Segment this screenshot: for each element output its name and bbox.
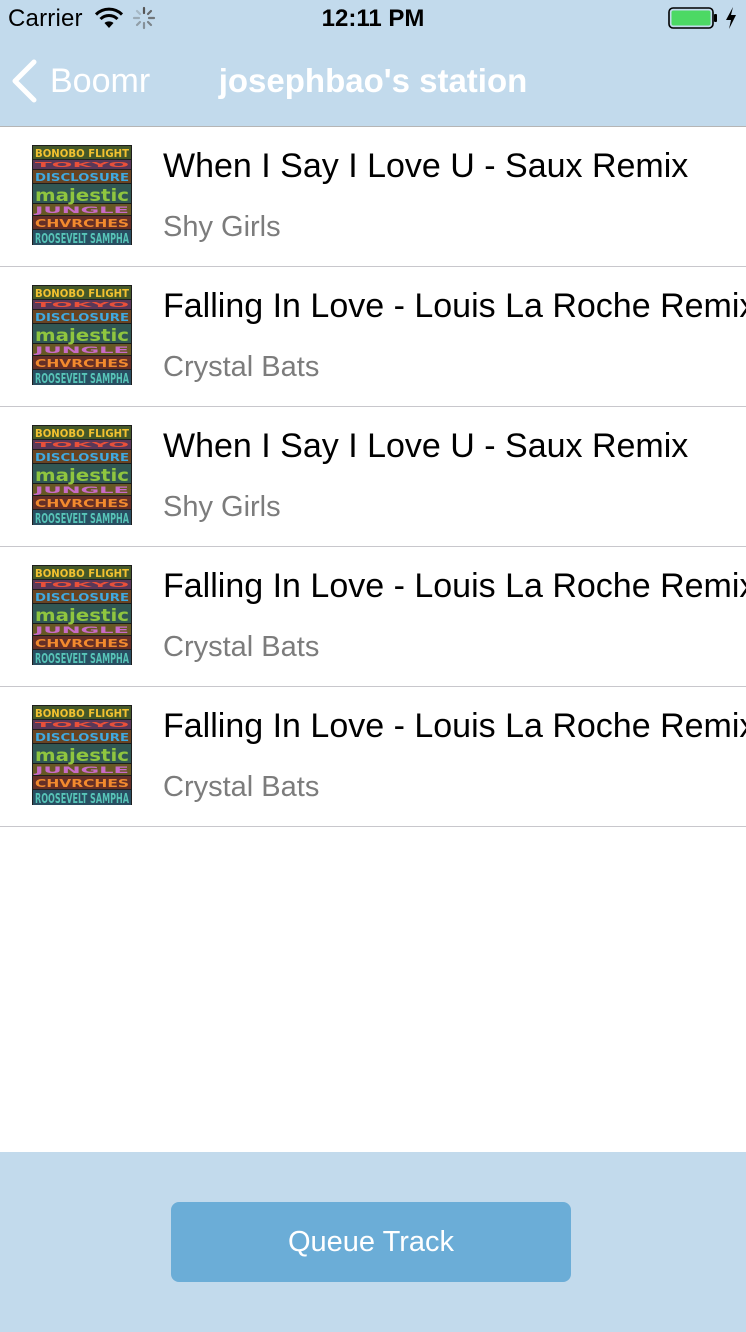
album-art-text: BONOBO FLIGHT <box>35 707 129 720</box>
track-row[interactable]: BONOBO FLIGHT TOKYO DISCLOSURE majestic JUNG… <box>0 267 746 407</box>
navigation-bar: Boomr josephbao's station <box>0 40 746 127</box>
album-art-text: TOKYO <box>35 721 129 729</box>
album-art-text: DISCLOSURE <box>35 731 129 744</box>
album-art-graphic: BONOBO FLIGHTTOKYO DISCLOSURE majesticJUNG… <box>32 425 132 525</box>
album-art-text: DISCLOSURE <box>35 311 129 324</box>
track-row[interactable]: BONOBO FLIGHT TOKYO DISCLOSURE majestic JUNG… <box>0 687 746 827</box>
album-art-text: TOKYO <box>35 581 129 589</box>
track-artist: Crystal Bats <box>163 631 320 663</box>
album-art-text: majestic <box>35 466 129 486</box>
album-art-text: CHVRCHES <box>35 777 129 790</box>
album-artwork: BONOBO FLIGHT TOKYO DISCLOSURE majestic JUNG… <box>32 705 132 805</box>
album-artwork: BONOBO FLIGHT TOKYO DISCLOSURE majestic JUNG… <box>32 285 132 385</box>
album-art-text: majestic <box>35 186 129 206</box>
album-artwork: BONOBO FLIGHT TOKYO DISCLOSURE majestic JUNG… <box>32 145 132 245</box>
album-art-text: TOKYO <box>35 441 129 449</box>
album-art-text: JUNGLE <box>32 626 129 636</box>
album-art-text: majestic <box>35 746 129 766</box>
album-art-graphic: BONOBO FLIGHTTOKYO DISCLOSURE majesticJUNG… <box>32 705 132 805</box>
track-artist: Shy Girls <box>163 491 281 523</box>
track-artist: Crystal Bats <box>163 351 320 383</box>
album-art-text: ROOSEVELT SAMPHA <box>35 652 129 665</box>
album-art-text: DISCLOSURE <box>35 591 129 604</box>
track-title: Falling In Love - Louis La Roche Remix <box>163 567 746 605</box>
header: Carrier 12:11 PM Boomr josephbao's stati… <box>0 0 746 127</box>
album-art-text: CHVRCHES <box>35 357 129 370</box>
album-art-text: BONOBO FLIGHT <box>35 287 129 300</box>
album-art-graphic: BONOBO FLIGHTTOKYO DISCLOSURE majesticJUNG… <box>32 565 132 665</box>
page-title: josephbao's station <box>218 62 528 99</box>
track-list: BONOBO FLIGHT TOKYO DISCLOSURE majestic JUNG… <box>0 127 746 827</box>
album-art-text: CHVRCHES <box>35 497 129 510</box>
album-art-text: DISCLOSURE <box>35 451 129 464</box>
track-row[interactable]: BONOBO FLIGHT TOKYO DISCLOSURE majestic JUNG… <box>0 547 746 687</box>
track-title: Falling In Love - Louis La Roche Remix <box>163 287 746 325</box>
album-art-text: BONOBO FLIGHT <box>35 427 129 440</box>
album-art-text: ROOSEVELT SAMPHA <box>35 232 129 245</box>
queue-track-button[interactable]: Queue Track <box>171 1202 571 1282</box>
album-art-text: BONOBO FLIGHT <box>35 147 129 160</box>
album-art-text: majestic <box>35 326 129 346</box>
album-art-graphic: BONOBO FLIGHTTOKYO DISCLOSURE majesticJUNG… <box>32 285 132 385</box>
album-art-text: TOKYO <box>35 301 129 309</box>
album-art-text: JUNGLE <box>32 206 129 216</box>
album-art-text: ROOSEVELT SAMPHA <box>35 792 129 805</box>
track-row[interactable]: BONOBO FLIGHT TOKYO DISCLOSURE majestic JUNG… <box>0 407 746 547</box>
album-artwork: BONOBO FLIGHT TOKYO DISCLOSURE majestic JUNG… <box>32 565 132 665</box>
status-time: 12:11 PM <box>321 5 425 32</box>
battery-icon <box>668 7 717 29</box>
album-art-text: TOKYO <box>35 161 129 169</box>
album-art-graphic: BONOBO FLIGHTTOKYO DISCLOSURE majesticJUNG… <box>32 145 132 245</box>
album-art-text: JUNGLE <box>32 486 129 496</box>
charging-bolt-icon <box>726 7 736 29</box>
album-art-text: BONOBO FLIGHT <box>35 567 129 580</box>
track-artist: Crystal Bats <box>163 771 320 803</box>
album-art-text: CHVRCHES <box>35 637 129 650</box>
track-title: When I Say I Love U - Saux Remix <box>163 147 689 185</box>
album-art-text: JUNGLE <box>32 346 129 356</box>
track-title: When I Say I Love U - Saux Remix <box>163 427 689 465</box>
album-art-text: ROOSEVELT SAMPHA <box>35 512 129 525</box>
album-artwork: BONOBO FLIGHT TOKYO DISCLOSURE majestic JUNG… <box>32 425 132 525</box>
album-art-text: JUNGLE <box>32 766 129 776</box>
status-bar: Carrier 12:11 PM <box>0 0 746 40</box>
track-row[interactable]: BONOBO FLIGHT TOKYO DISCLOSURE majestic JUNG… <box>0 127 746 267</box>
screen: Carrier 12:11 PM Boomr josephbao's stati… <box>0 0 746 1332</box>
track-title: Falling In Love - Louis La Roche Remix <box>163 707 746 745</box>
album-art-text: ROOSEVELT SAMPHA <box>35 372 129 385</box>
album-art-text: CHVRCHES <box>35 217 129 230</box>
album-art-text: majestic <box>35 606 129 626</box>
album-art-text: DISCLOSURE <box>35 171 129 184</box>
track-artist: Shy Girls <box>163 211 281 243</box>
footer-bar: Queue Track <box>0 1152 746 1332</box>
